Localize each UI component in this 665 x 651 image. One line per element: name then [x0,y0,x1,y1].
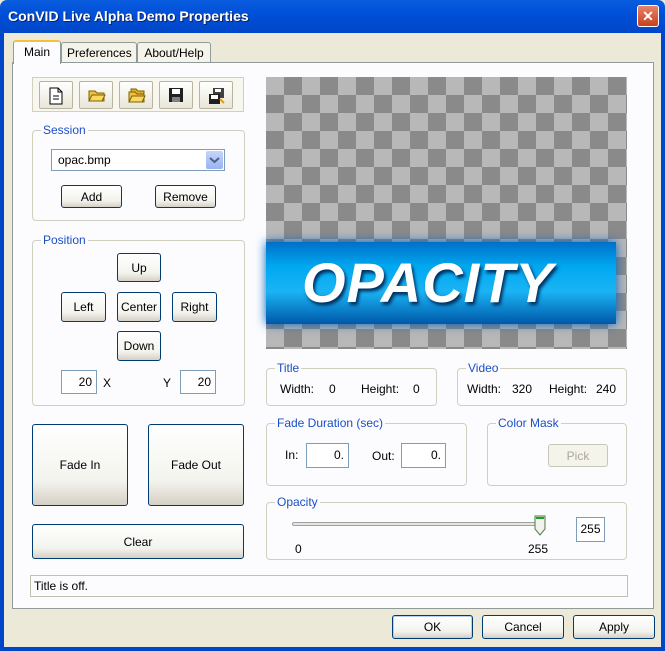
close-button[interactable]: ✕ [637,5,659,27]
fade-in-duration-input[interactable]: 0. [306,443,349,468]
window-frame-bottom [0,647,665,651]
apply-button[interactable]: Apply [573,615,655,639]
opacity-slider-thumb[interactable] [534,515,546,536]
fade-out-button[interactable]: Fade Out [148,424,244,506]
toolbar [32,77,244,112]
pick-button[interactable]: Pick [548,444,608,467]
window-frame-right [661,33,665,651]
tab-preferences[interactable]: Preferences [61,42,137,64]
window-title: ConVID Live Alpha Demo Properties [8,8,249,24]
preview-text: OPACITY [302,251,554,314]
open-multiple-icon[interactable] [119,81,153,109]
title-bar: ConVID Live Alpha Demo Properties ✕ [0,0,665,33]
fade-in-label: In: [285,448,299,462]
opacity-slider-track[interactable] [292,522,540,526]
remove-button[interactable]: Remove [155,185,216,208]
tab-main[interactable]: Main [13,40,61,64]
fade-duration-label: Fade Duration (sec) [275,416,386,430]
new-document-icon[interactable] [39,81,73,109]
tab-about-help[interactable]: About/Help [137,42,211,64]
title-height-label: Height: [361,382,400,396]
add-button[interactable]: Add [61,185,122,208]
title-width-value: 0 [329,382,336,396]
cancel-button[interactable]: Cancel [482,615,564,639]
save-all-icon[interactable] [199,81,233,109]
left-button[interactable]: Left [61,292,106,322]
right-button[interactable]: Right [172,292,217,322]
video-height-value: 240 [596,382,617,396]
session-label: Session [41,123,88,137]
center-button[interactable]: Center [117,292,161,322]
up-button[interactable]: Up [117,253,161,282]
y-label: Y [163,376,172,390]
color-mask-label: Color Mask [496,416,561,430]
fade-out-duration-input[interactable]: 0. [401,443,446,468]
opacity-value-input[interactable]: 255 [576,517,605,542]
title-width-label: Width: [280,382,315,396]
preview-banner: OPACITY [266,242,616,324]
position-label: Position [41,233,88,247]
fade-out-label: Out: [372,449,395,463]
title-height-value: 0 [413,382,420,396]
ok-button[interactable]: OK [392,615,473,639]
window-frame-left [0,33,4,651]
video-height-label: Height: [549,382,588,396]
preview-area: OPACITY [266,77,627,349]
status-text: Title is off. [34,579,89,593]
opacity-max-label: 255 [528,542,549,556]
fade-in-button[interactable]: Fade In [32,424,128,506]
x-input[interactable]: 20 [61,370,97,394]
opacity-group: Opacity [266,495,627,560]
title-info-label: Title [275,361,302,375]
opacity-label: Opacity [275,495,320,509]
status-bar: Title is off. [30,575,628,597]
video-info-label: Video [466,361,501,375]
video-width-label: Width: [467,382,502,396]
y-input[interactable]: 20 [180,370,216,394]
down-button[interactable]: Down [117,331,161,361]
x-label: X [103,376,112,390]
video-width-value: 320 [512,382,533,396]
save-icon[interactable] [159,81,193,109]
open-folder-icon[interactable] [79,81,113,109]
chevron-down-icon[interactable] [206,151,223,169]
session-selected: opac.bmp [58,153,111,167]
session-dropdown[interactable]: opac.bmp [51,149,225,171]
clear-button[interactable]: Clear [32,524,244,559]
opacity-min-label: 0 [295,542,302,556]
